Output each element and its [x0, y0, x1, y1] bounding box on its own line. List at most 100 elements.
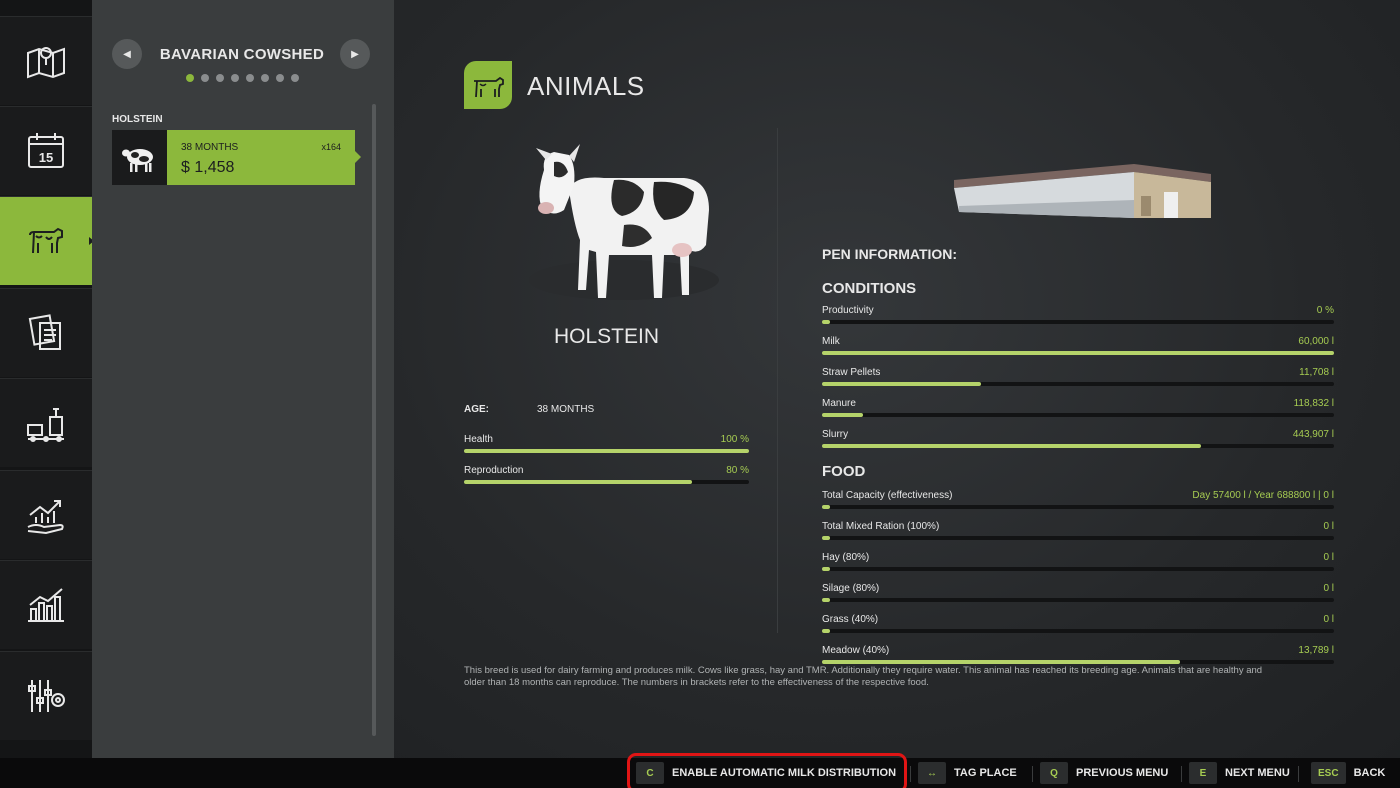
bar-chart-icon	[28, 588, 64, 622]
hint-label: PREVIOUS MENU	[1076, 767, 1169, 779]
section-divider	[777, 128, 778, 633]
stat-label: Slurry	[822, 429, 849, 440]
stat-label: Reproduction	[464, 465, 524, 476]
stat-bar	[822, 351, 1334, 355]
page-indicator	[186, 74, 299, 82]
stat-label: Straw Pellets	[822, 367, 881, 378]
stat-bar	[464, 449, 749, 453]
stat-value: 0 l	[1323, 552, 1334, 563]
page-dot[interactable]	[276, 74, 284, 82]
next-pen-button[interactable]: ▶	[340, 39, 370, 69]
factory-icon	[27, 408, 64, 442]
page-dot[interactable]	[201, 74, 209, 82]
breed-description: This breed is used for dairy farming and…	[464, 665, 1263, 688]
stat-row: Straw Pellets 11,708 l	[822, 367, 1334, 386]
stat-value: 443,907 l	[1292, 429, 1334, 440]
stat-label: Grass (40%)	[822, 614, 879, 625]
key-e: E	[1189, 762, 1217, 784]
stat-bar-fill	[822, 444, 1201, 448]
stat-bar	[822, 660, 1334, 664]
documents-icon	[28, 314, 61, 350]
stat-bar	[464, 480, 749, 484]
stat-value: 80 %	[726, 465, 749, 476]
stat-bar-fill	[464, 480, 692, 484]
stat-bar-fill	[822, 320, 830, 324]
stat-bar-fill	[822, 382, 981, 386]
cow-icon	[474, 76, 504, 98]
menu-item-contracts[interactable]	[0, 288, 92, 377]
page-dot[interactable]	[291, 74, 299, 82]
key-esc: ESC	[1311, 762, 1346, 784]
page-dot[interactable]	[186, 74, 194, 82]
stat-row: Slurry 443,907 l	[822, 429, 1334, 448]
sliders-gear-icon	[28, 680, 65, 712]
stat-value: 11,708 l	[1299, 367, 1334, 378]
stat-bar	[822, 536, 1334, 540]
cow-thumbnail-icon	[121, 148, 153, 172]
stat-bar-fill	[822, 660, 1181, 664]
menu-item-settings[interactable]	[0, 651, 92, 740]
stat-row: Silage (80%) 0 l	[822, 583, 1334, 602]
stat-label: Productivity	[822, 305, 874, 316]
stat-bar-fill	[822, 413, 863, 417]
conditions-title: CONDITIONS	[822, 280, 917, 297]
stat-value: 13,789 l	[1298, 645, 1334, 656]
growth-hand-icon	[27, 500, 64, 535]
stat-label: Health	[464, 434, 493, 445]
card-age: 38 MONTHS	[181, 142, 239, 153]
card-price: $ 1,458	[181, 159, 235, 176]
highlight-annotation	[627, 753, 907, 788]
hint-back[interactable]: ESC BACK	[1311, 762, 1385, 784]
menu-item-animals[interactable]	[0, 196, 102, 285]
hint-label: TAG PLACE	[954, 767, 1017, 779]
page-dot[interactable]	[246, 74, 254, 82]
stat-value: 60,000 l	[1298, 336, 1334, 347]
age-value: 38 MONTHS	[537, 404, 595, 415]
page-dot[interactable]	[231, 74, 239, 82]
animal-card-holstein[interactable]: 38 MONTHS x164 $ 1,458	[112, 130, 361, 185]
stat-bar	[822, 629, 1334, 633]
stat-row: Health 100 %	[464, 434, 749, 453]
arrow-left-icon: ◀	[123, 48, 131, 60]
animal-details: ANIMALS HOLSTEIN AGE: 38 MONTHS Health 10…	[394, 0, 1400, 758]
menu-item-statistics[interactable]	[0, 560, 92, 649]
stat-row: Reproduction 80 %	[464, 465, 749, 484]
stat-bar	[822, 567, 1334, 571]
hint-previous-menu[interactable]: Q PREVIOUS MENU	[1040, 762, 1168, 784]
animals-title-icon	[464, 61, 512, 109]
breed-name: HOLSTEIN	[553, 325, 660, 348]
page-title: ANIMALS	[527, 71, 645, 101]
prev-pen-button[interactable]: ◀	[112, 39, 142, 69]
stat-bar	[822, 444, 1334, 448]
stat-bar-fill	[822, 351, 1334, 355]
stat-label: Total Capacity (effectiveness)	[822, 490, 953, 501]
stat-row: Productivity 0 %	[822, 305, 1334, 324]
map-pin-icon	[27, 47, 65, 79]
cow-icon	[29, 227, 63, 254]
stat-value: 118,832 l	[1293, 398, 1334, 409]
age-label: AGE:	[464, 404, 489, 415]
stat-row: Total Capacity (effectiveness) Day 57400 …	[822, 490, 1334, 509]
hint-label: NEXT MENU	[1225, 767, 1290, 779]
stat-value: 100 %	[720, 434, 749, 445]
stat-bar	[822, 598, 1334, 602]
menu-item-calendar[interactable]: 15	[0, 106, 92, 195]
menu-item-finances[interactable]	[0, 470, 92, 559]
calendar-icon: 15	[28, 133, 64, 168]
page-dot[interactable]	[261, 74, 269, 82]
menu-item-production[interactable]	[0, 378, 92, 467]
stat-value: 0 l	[1323, 521, 1334, 532]
stat-bar	[822, 505, 1334, 509]
stat-bar-fill	[822, 598, 830, 602]
menu-item-map[interactable]	[0, 16, 92, 105]
hint-next-menu[interactable]: E NEXT MENU	[1189, 762, 1290, 784]
stat-label: Hay (80%)	[822, 552, 870, 563]
stat-row: Milk 60,000 l	[822, 336, 1334, 355]
stat-bar	[822, 413, 1334, 417]
hint-tag-place[interactable]: ↔ TAG PLACE	[918, 762, 1017, 784]
stat-bar-fill	[822, 536, 830, 540]
arrow-right-icon: ▶	[351, 48, 359, 60]
page-dot[interactable]	[216, 74, 224, 82]
stat-row: Grass (40%) 0 l	[822, 614, 1334, 633]
list-scrollbar[interactable]	[372, 104, 376, 736]
